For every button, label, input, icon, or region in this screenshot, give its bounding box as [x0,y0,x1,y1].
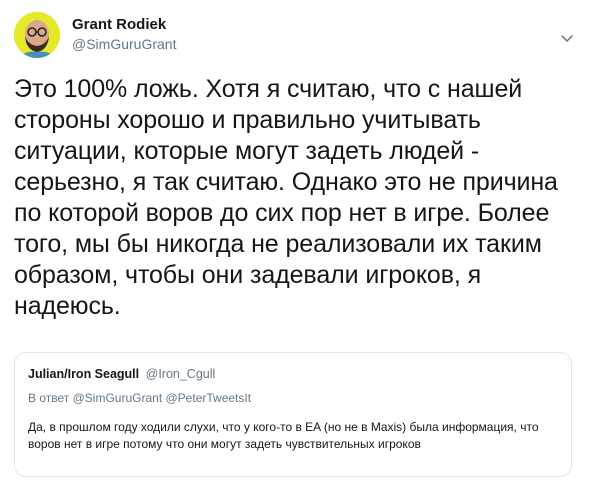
quoted-tweet-text: Да, в прошлом году ходили слухи, что у к… [28,420,539,451]
avatar-image [14,12,60,58]
quoted-author-display-name: Julian/Iron Seagull [28,367,140,381]
reply-context: В ответ @SimGuruGrant @PeterTweetsIt [28,390,251,406]
reply-prefix: В ответ [28,391,70,405]
quoted-tweet[interactable]: Julian/Iron Seagull @Iron_Cgull В ответ … [14,352,572,477]
avatar[interactable] [14,12,60,58]
author-handle[interactable]: @SimGuruGrant [72,35,176,53]
chevron-down-icon[interactable] [559,30,575,46]
quoted-author-handle: @Iron_Cgull [145,367,216,381]
reply-mention[interactable]: @SimGuruGrant [73,391,163,405]
tweet-text: Это 100% ложь. Хотя я считаю, что с наше… [14,75,558,320]
quoted-tweet-header: Julian/Iron Seagull @Iron_Cgull [28,366,215,382]
tweet-card: Grant Rodiek @SimGuruGrant Это 100% ложь… [0,0,589,496]
author-display-name[interactable]: Grant Rodiek [72,15,176,34]
tweet-header: Grant Rodiek @SimGuruGrant [72,15,176,53]
reply-mention[interactable]: @PeterTweetsIt [166,391,252,405]
